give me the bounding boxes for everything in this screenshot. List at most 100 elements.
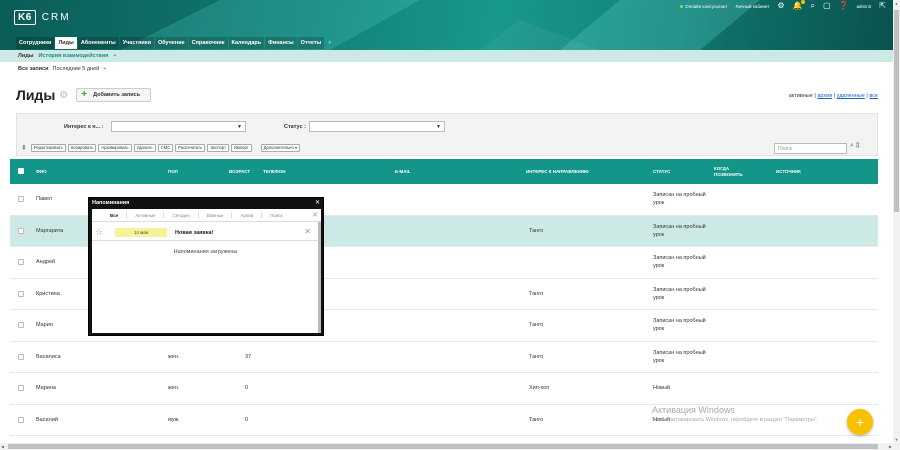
subnav-add-button[interactable]: + <box>113 53 116 59</box>
row-checkbox[interactable] <box>18 196 24 202</box>
remove-reminder-icon[interactable]: ✕ <box>304 227 311 236</box>
nav-tab-employees[interactable]: Сотрудники <box>16 37 55 49</box>
col-email[interactable]: E-Mail <box>395 159 411 184</box>
help-icon[interactable]: ❓ <box>839 2 849 10</box>
logout-icon[interactable]: ⇱ <box>879 2 886 10</box>
filter-add-button[interactable]: + <box>103 66 106 72</box>
cell-status: Новый <box>653 385 670 392</box>
calendar-icon[interactable]: ▢ <box>823 2 831 10</box>
col-interest[interactable]: Интерес к направлению <box>526 159 589 184</box>
reminder-date: 14 мая <box>115 228 167 237</box>
add-record-button[interactable]: + Добавить запись <box>76 88 152 102</box>
pin-icon[interactable]: ⇞ <box>21 144 27 152</box>
page-vertical-scrollbar[interactable]: ▲ ▼ <box>893 0 900 450</box>
page-horizontal-scrollbar[interactable]: ◀ ▶ <box>0 443 893 450</box>
col-phone[interactable]: Телефон <box>263 159 286 184</box>
col-gender[interactable]: Пол <box>168 159 178 184</box>
page-settings-gear-icon[interactable]: ⚙ <box>59 90 68 101</box>
row-checkbox[interactable] <box>18 353 24 360</box>
nav-add-tab-button[interactable]: + <box>325 37 334 49</box>
plus-icon: + <box>855 414 865 430</box>
nav-tab-finance[interactable]: Финансы <box>265 37 297 49</box>
table-row[interactable]: Марина жен. 0 Хип-хоп Новый <box>10 373 878 405</box>
close-icon[interactable]: ✕ <box>312 211 318 219</box>
modal-title: Напоминания <box>92 200 130 206</box>
search-icon[interactable]: ⌕ ⇕ <box>850 142 860 150</box>
import-button[interactable]: Импорт <box>231 144 252 152</box>
reminder-tab-all[interactable]: Все <box>106 211 122 220</box>
online-consultant-link[interactable]: Онлайн консультант <box>680 4 728 9</box>
print-button[interactable]: Распечатать <box>175 144 206 152</box>
filter-all-records[interactable]: Все записи <box>18 66 48 72</box>
logo-text: CRM <box>41 12 71 23</box>
scroll-up-icon[interactable]: ▲ <box>893 0 900 7</box>
table-row[interactable]: Василиса жен. 37 Танго Записан на пробны… <box>10 341 878 373</box>
star-icon[interactable]: ☆ <box>95 227 103 238</box>
row-checkbox[interactable] <box>18 322 24 328</box>
col-name[interactable]: ФИО <box>36 159 47 184</box>
reminder-tab-today[interactable]: Сегодня <box>168 211 193 220</box>
nav-tab-directory[interactable]: Справочник <box>188 37 228 49</box>
archive-link[interactable]: архив <box>817 93 832 99</box>
scroll-right-icon[interactable]: ▶ <box>889 443 892 450</box>
nav-tab-leads[interactable]: Лиды <box>55 37 77 49</box>
add-record-label: Добавить запись <box>93 92 141 98</box>
scrollbar-thumb[interactable] <box>8 444 878 449</box>
row-checkbox[interactable] <box>18 227 24 234</box>
subnav-leads[interactable]: Лиды <box>18 53 33 59</box>
modal-close-icon[interactable]: ✕ <box>315 199 320 206</box>
modal-scrollbar[interactable] <box>318 222 321 333</box>
search-input[interactable]: Поиск <box>774 143 847 154</box>
select-all-checkbox[interactable] <box>18 168 24 174</box>
reminder-tab-search[interactable]: Поиск <box>266 211 286 220</box>
settings-gear-icon[interactable]: ⚙ <box>777 2 784 10</box>
filter-last-5-days[interactable]: Последние 5 дней <box>52 66 99 72</box>
cell-gender: жен. <box>168 353 180 360</box>
nav-tab-reports[interactable]: Отчеты <box>297 37 325 49</box>
edit-button[interactable]: Редактировать <box>30 144 66 152</box>
col-when-to-call[interactable]: Когда позвонить <box>714 159 743 184</box>
search-icon[interactable]: ⌕ <box>811 2 815 10</box>
deleted-link[interactable]: удаленные <box>837 93 865 99</box>
notifications-bell-icon[interactable]: 🔔 <box>793 0 805 10</box>
archive-button[interactable]: Архивировать <box>98 144 132 152</box>
row-checkbox[interactable] <box>18 290 24 297</box>
sms-button[interactable]: СМС <box>157 144 174 152</box>
personal-cabinet-link[interactable]: Личный кабинет <box>736 4 770 9</box>
scroll-down-icon[interactable]: ▼ <box>893 436 900 443</box>
cell-gender: муж. <box>168 416 180 423</box>
reminder-tab-archive[interactable]: Архив <box>236 211 257 220</box>
scrollbar-thumb[interactable] <box>318 222 321 333</box>
row-checkbox[interactable] <box>18 416 24 423</box>
all-link[interactable]: все <box>869 93 878 99</box>
nav-tab-participants[interactable]: Участники <box>119 37 154 49</box>
scrollbar-thumb[interactable] <box>894 10 899 212</box>
delete-button[interactable]: Удалить <box>133 144 156 152</box>
user-name-link[interactable]: admin2 <box>857 4 872 9</box>
interest-filter-select[interactable]: ▼ <box>111 121 246 132</box>
cell-name: Павел <box>36 196 52 203</box>
col-source[interactable]: Источник <box>776 159 801 184</box>
nav-tab-calendar[interactable]: Календарь <box>228 37 265 49</box>
subnav-history[interactable]: История взаимодействия <box>38 53 108 59</box>
copy-button[interactable]: Копировать <box>67 144 97 152</box>
online-dot-icon <box>680 4 684 8</box>
row-checkbox[interactable] <box>18 259 24 265</box>
cell-status: Записан на пробный урок <box>653 192 706 207</box>
reminder-tabs: Все Активные Сегодня Важные Архив Поиск … <box>92 209 321 222</box>
app-logo[interactable]: K6 CRM <box>14 10 71 25</box>
status-filter-select[interactable]: ▼ <box>309 121 445 132</box>
export-button[interactable]: Экспорт <box>207 144 230 152</box>
reminder-tab-active[interactable]: Активные <box>131 211 159 220</box>
col-status[interactable]: Статус <box>653 159 670 184</box>
reminder-item[interactable]: ☆ 14 мая Новая заявка! ✕ <box>92 225 319 241</box>
nav-tab-training[interactable]: Обучение <box>154 37 188 49</box>
page-title-row: Лиды ⚙ + Добавить запись <box>16 87 152 103</box>
nav-tab-subscriptions[interactable]: Абонементы <box>77 37 119 49</box>
quick-add-fab-button[interactable]: + <box>847 409 873 435</box>
reminder-tab-important[interactable]: Важные <box>203 211 228 220</box>
more-dropdown-button[interactable]: Дополнительно ▾ <box>260 144 301 152</box>
row-checkbox[interactable] <box>18 385 24 391</box>
scroll-left-icon[interactable]: ◀ <box>1 443 4 450</box>
col-age[interactable]: Возраст <box>229 159 250 184</box>
